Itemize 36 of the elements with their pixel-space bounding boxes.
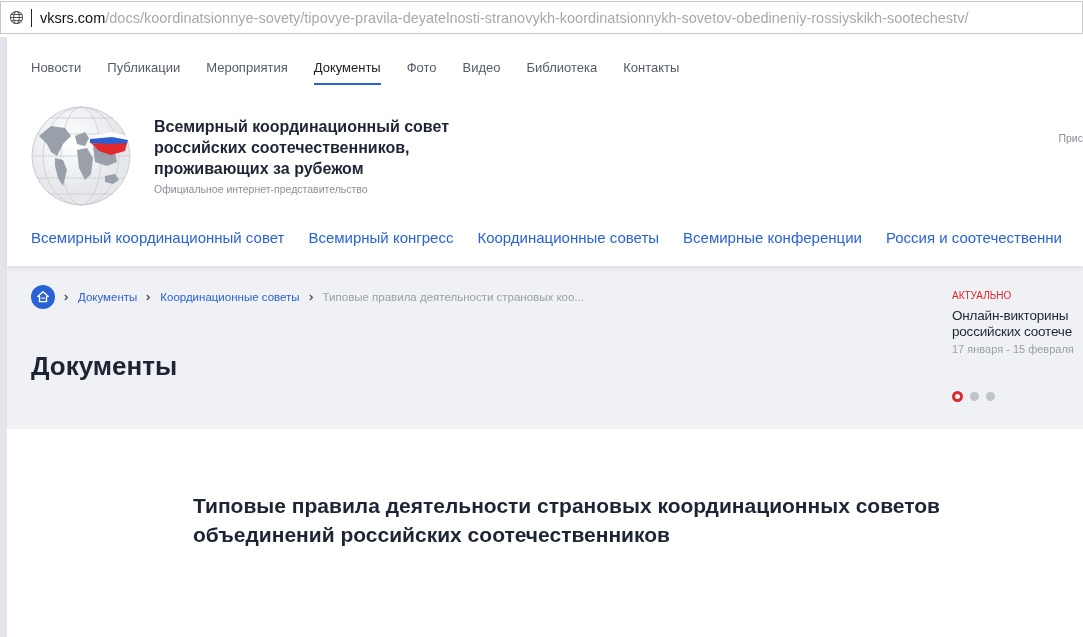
main-nav-link[interactable]: Всемирные конференции xyxy=(683,229,862,246)
main-nav-link[interactable]: Россия и соотечественни xyxy=(885,229,1062,246)
main-nav-link[interactable]: Всемирный конгресс xyxy=(308,229,454,246)
site-title: Всемирный координационный совет российских соотечественников, проживающих за рубежом xyxy=(154,117,450,179)
top-nav-link[interactable]: Мероприятия xyxy=(206,60,288,85)
slider-dot[interactable] xyxy=(970,392,979,401)
top-nav-link[interactable]: Фото xyxy=(406,60,437,85)
home-icon xyxy=(36,290,50,304)
chevron-icon xyxy=(64,293,69,301)
news-title-line[interactable]: российских соотече xyxy=(952,324,1083,340)
news-tag: АКТУАЛЬНО xyxy=(952,290,1083,301)
top-nav-link[interactable]: Документы xyxy=(313,60,381,85)
news-title-line[interactable]: Онлайн-викторины xyxy=(952,308,1083,324)
breadcrumb-current: Типовые правила деятельности страновых коо... xyxy=(322,291,584,303)
chevron-icon xyxy=(146,293,152,301)
slider-dot[interactable] xyxy=(986,392,995,401)
top-nav-link[interactable]: Новости xyxy=(31,60,82,85)
breadcrumb-link[interactable]: Координационные советы xyxy=(160,291,300,303)
document-title: Типовые правила деятельности страновых координационных советов объединений российских соотечественников xyxy=(193,493,941,548)
slider-dot[interactable] xyxy=(952,391,963,402)
page-title: Документы xyxy=(31,351,179,382)
breadcrumb-link[interactable]: Документы xyxy=(78,291,138,303)
chevron-icon xyxy=(308,293,314,301)
main-nav-link[interactable]: Координационные советы xyxy=(477,229,660,246)
news-date: 17 января - 15 февраля xyxy=(952,343,1075,355)
site-subtitle: Официальное интернет-представительство xyxy=(154,183,369,195)
top-nav-link[interactable]: Видео xyxy=(462,60,501,85)
header-text: Прис xyxy=(1058,131,1083,144)
address-bar[interactable]: vksrs.com/docs/koordinatsionnye-sovety/tipovye-pravila-deyatelnosti-stranovykh-koordinatsionnykh-sovetov-obedineniy-rossiyskikh-sootechestv/ xyxy=(0,1,1083,34)
top-nav-link[interactable]: Контакты xyxy=(623,60,680,85)
home-button[interactable] xyxy=(31,285,55,309)
globe-icon xyxy=(9,10,24,25)
top-nav-link[interactable]: Библиотека xyxy=(526,60,598,85)
url-text: vksrs.com/docs/koordinatsionnye-sovety/tipovye-pravila-deyatelnosti-stranovykh-koordinatsionnykh-sovetov-obedineniy-rossiyskikh-sootechestv/ xyxy=(40,9,969,26)
main-nav-link[interactable]: Всемирный координационный совет xyxy=(31,229,285,246)
top-nav-link[interactable]: Публикации xyxy=(107,60,181,85)
